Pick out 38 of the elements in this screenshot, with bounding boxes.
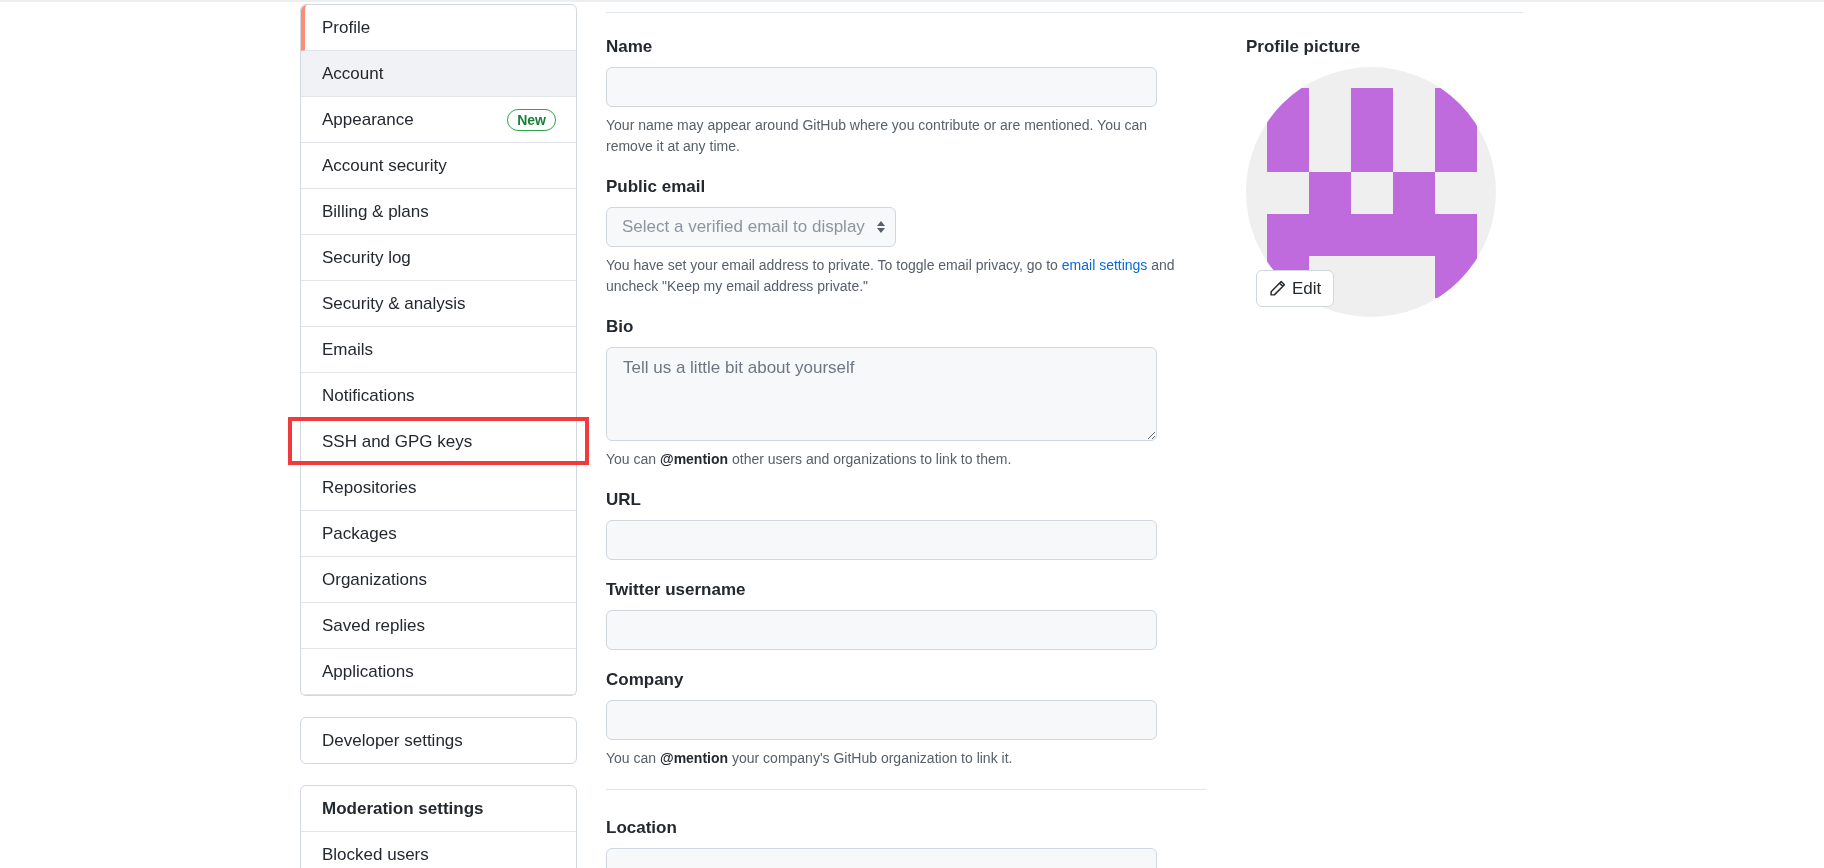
input-field[interactable] [606, 610, 1157, 650]
input-field[interactable] [606, 700, 1157, 740]
field-label: Public email [606, 177, 707, 197]
field-label: Bio [606, 317, 635, 337]
field-label: Company [606, 670, 685, 690]
field-label: Twitter username [606, 580, 747, 600]
edit-button[interactable]: Edit [1256, 270, 1335, 307]
menu-item[interactable]: Blocked users [301, 832, 576, 868]
menu-item[interactable]: Billing & plans [301, 189, 576, 235]
menu-item[interactable]: Security log [301, 235, 576, 281]
menu-item[interactable]: Packages [301, 511, 576, 557]
help-text: You can @mention your company's GitHub organization to link it. [606, 749, 1014, 768]
menu-item[interactable]: SSH and GPG keys [301, 419, 576, 465]
menu-item[interactable]: Applications [301, 649, 576, 695]
menu-item[interactable]: Account [301, 51, 576, 97]
help-text: You can @mention other users and organizations to link to them. [606, 450, 1013, 469]
menu-item[interactable]: Notifications [301, 373, 576, 419]
field-label: URL [606, 490, 642, 510]
field-label: Location [606, 818, 678, 838]
menu-item[interactable]: Developer settings [301, 718, 576, 763]
menu-item[interactable]: Organizations [301, 557, 576, 603]
sort-arrows-icon [876, 221, 885, 233]
field-label: Name [606, 37, 654, 57]
help-text: Your name may appear around GitHub where you contribute or are mentioned. You can remove it at any time. [606, 116, 1149, 156]
email-settings-link[interactable]: email settings [1061, 257, 1148, 273]
menu-item[interactable]: Account security [301, 143, 576, 189]
menu-item[interactable]: Appearance New [301, 97, 576, 143]
menu-item[interactable]: Saved replies [301, 603, 576, 649]
menu-heading: Moderation settings [301, 786, 576, 832]
pencil-icon [1269, 280, 1286, 297]
input-field[interactable] [606, 67, 1157, 107]
help-text: You have set your email address to private. To toggle email privacy, go to email settings and uncheck "Keep my email address private." [606, 256, 1176, 296]
bio-field[interactable]: Tell us a little bit about yourself [606, 347, 1157, 441]
menu-item[interactable]: Repositories [301, 465, 576, 511]
menu-item[interactable]: Security & analysis [301, 281, 576, 327]
menu-item[interactable]: Emails [301, 327, 576, 373]
input-field[interactable] [606, 520, 1157, 560]
section-title: Profile picture [1246, 37, 1362, 57]
